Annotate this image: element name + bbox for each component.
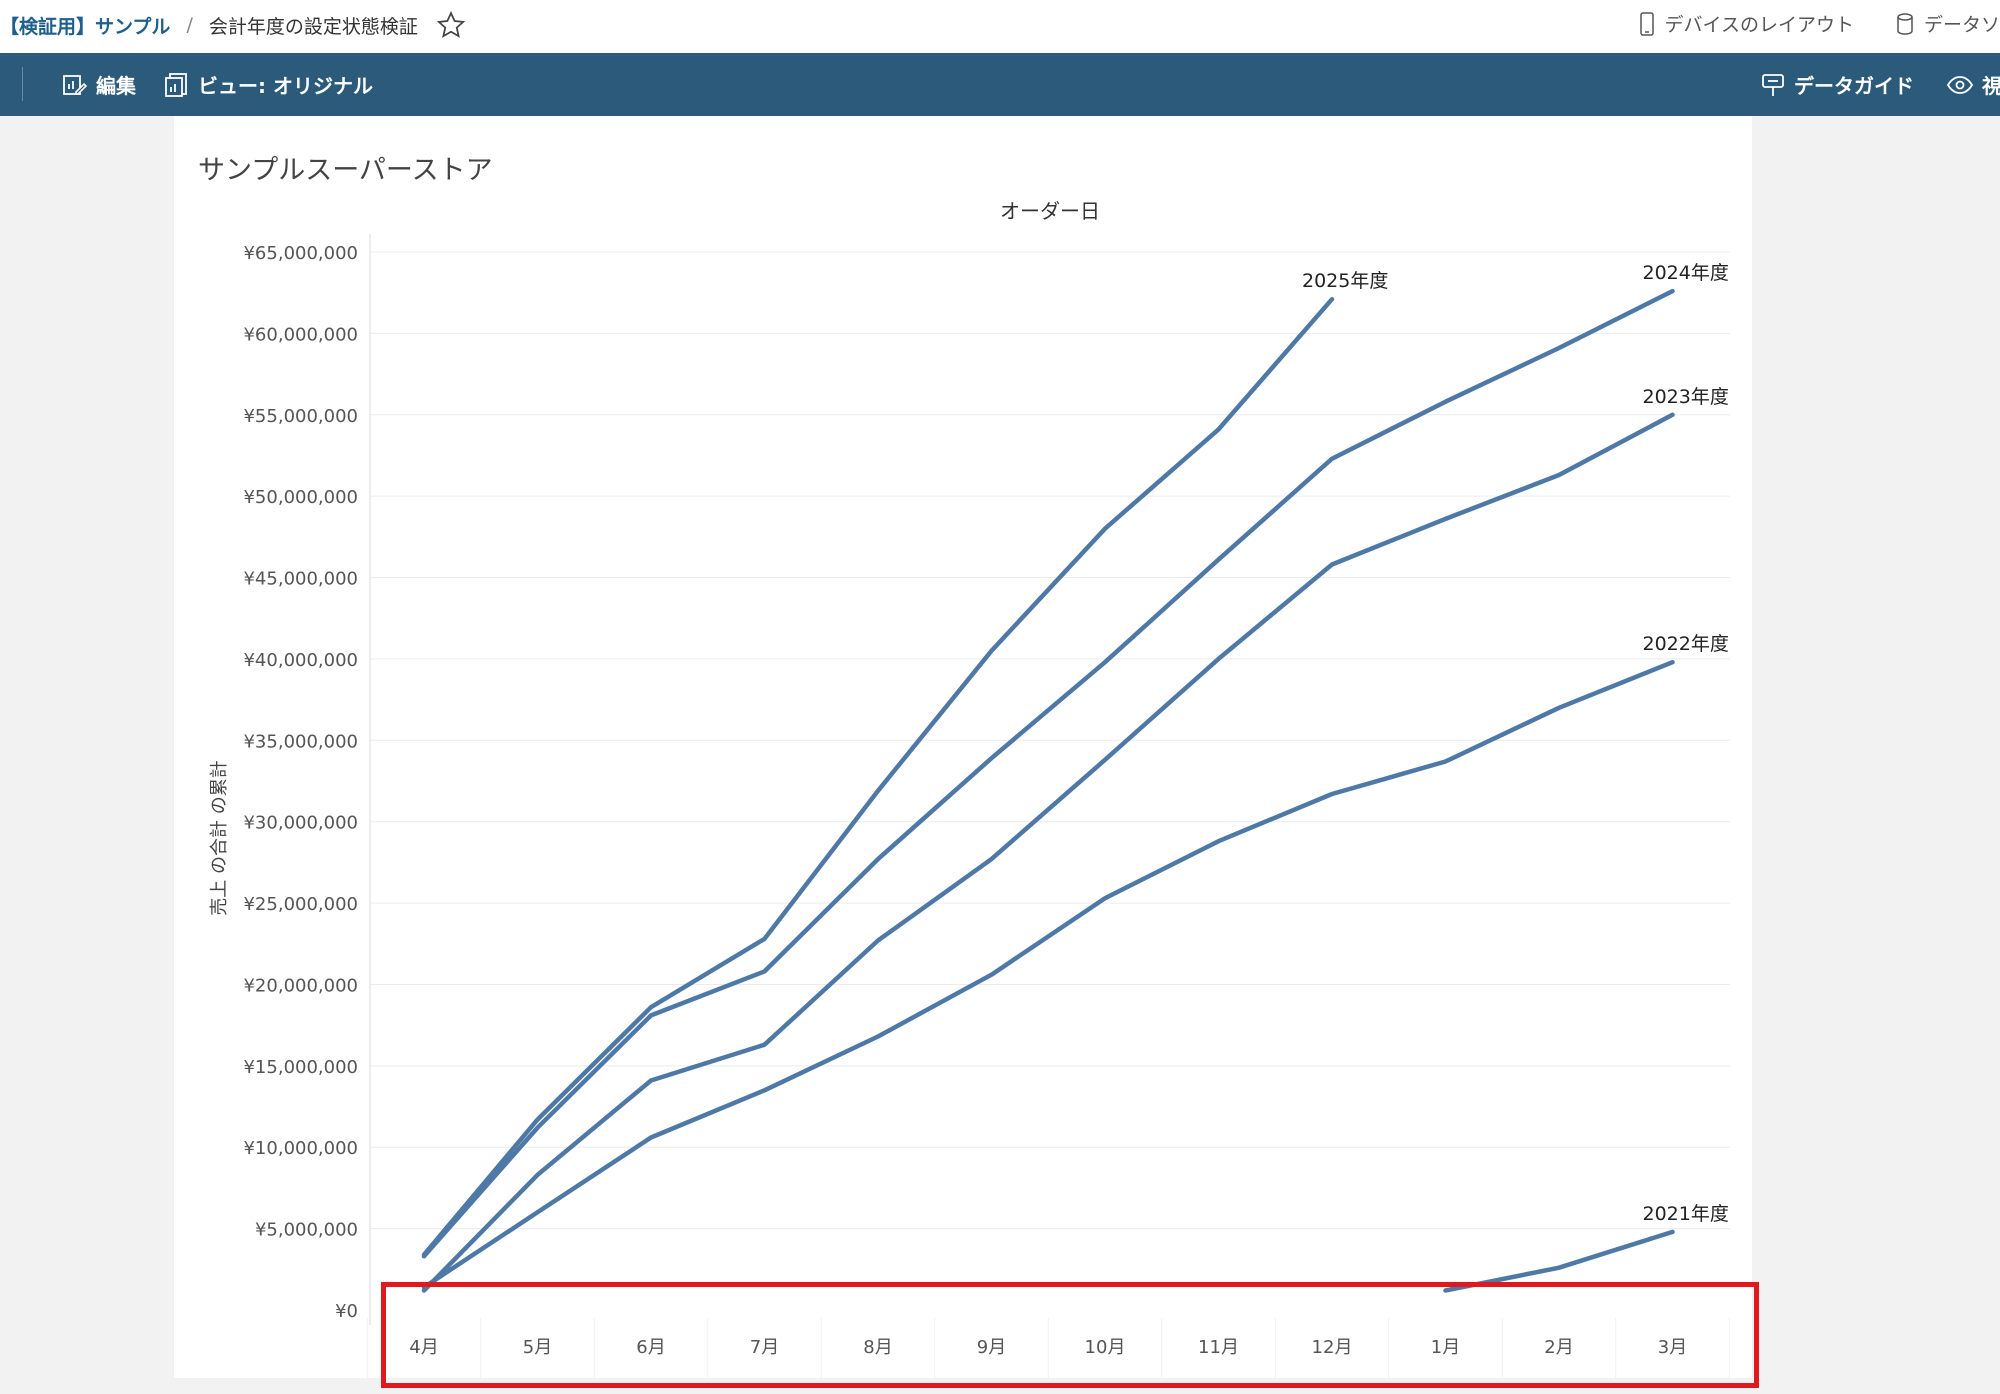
y-tick-label: ¥40,000,000	[243, 650, 358, 671]
series-label: 2023年度	[1643, 386, 1729, 408]
line-chart: ¥0 ¥5,000,000 ¥10,000,000 ¥15,000,000 ¥20,00…	[243, 234, 1730, 1378]
y-tick-label: ¥0	[335, 1301, 358, 1322]
y-tick-label: ¥10,000,000	[243, 1138, 358, 1159]
series-label: 2025年度	[1302, 270, 1388, 292]
series-line	[421, 296, 1335, 1257]
y-tick-label: ¥25,000,000	[243, 894, 358, 915]
series-label: 2024年度	[1643, 262, 1729, 284]
y-tick-label: ¥55,000,000	[243, 406, 358, 427]
y-tick-label: ¥30,000,000	[243, 813, 358, 834]
y-tick-label: ¥20,000,000	[243, 975, 358, 996]
y-tick-label: ¥5,000,000	[255, 1220, 358, 1241]
y-tick-label: ¥65,000,000	[243, 243, 358, 264]
series-label: 2021年度	[1643, 1203, 1729, 1225]
y-tick-label: ¥15,000,000	[243, 1057, 358, 1078]
series-line	[421, 412, 1675, 1293]
series-line	[421, 659, 1675, 1290]
y-tick-label: ¥35,000,000	[243, 731, 358, 752]
highlight-box	[381, 1282, 1759, 1388]
series-label: 2022年度	[1643, 633, 1729, 655]
y-tick-label: ¥50,000,000	[243, 487, 358, 508]
y-tick-label: ¥60,000,000	[243, 324, 358, 345]
y-tick-label: ¥45,000,000	[243, 569, 358, 590]
